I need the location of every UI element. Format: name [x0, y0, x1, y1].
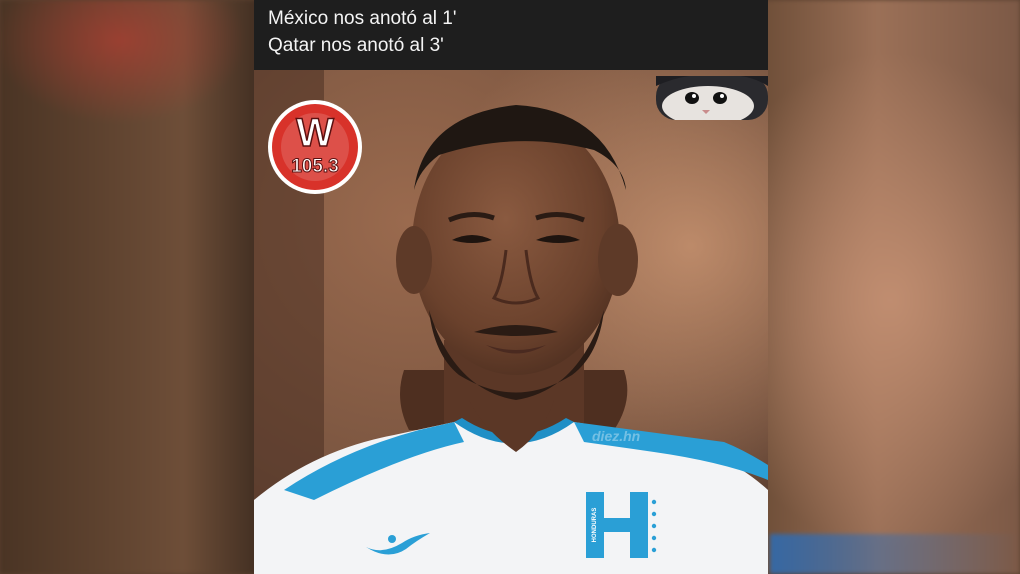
blurred-jersey-strip [770, 534, 1020, 574]
joma-logo-icon [366, 533, 430, 555]
crest-text: HONDURAS [592, 508, 598, 543]
caption-line-1: México nos anotó al 1' [268, 8, 457, 29]
meme-image: México nos anotó al 1' Qatar nos anotó a… [254, 0, 768, 574]
honduras-crest-icon: HONDURAS [586, 492, 657, 558]
meme-caption: México nos anotó al 1' Qatar nos anotó a… [254, 0, 768, 70]
radio-logo-letter: W [296, 111, 334, 155]
watermark-text: diez.hn [592, 428, 641, 444]
radio-w-logo-icon: W 105.3 [268, 100, 362, 194]
radio-logo-frequency: 105.3 [291, 156, 339, 177]
cat-peek-icon [656, 76, 768, 120]
caption-line-2: Qatar nos anotó al 3' [268, 35, 444, 56]
meme-photo: W 105.3 diez.hn HONDURAS [254, 70, 768, 574]
